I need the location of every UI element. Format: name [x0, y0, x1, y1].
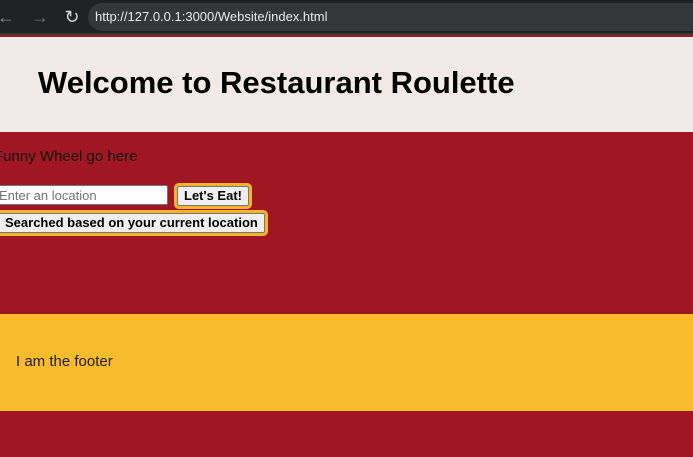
reload-icon[interactable]: ↻ — [60, 5, 84, 29]
site-footer: I am the footer — [0, 314, 693, 411]
main-section: Funny Wheel go here Let's Eat! Searched … — [0, 132, 693, 314]
address-bar[interactable]: http://127.0.0.1:3000/Website/index.html — [88, 3, 693, 31]
wheel-placeholder-text: Funny Wheel go here — [0, 148, 138, 165]
lets-eat-button[interactable]: Let's Eat! — [177, 186, 249, 206]
page-title: Welcome to Restaurant Roulette — [38, 65, 515, 100]
footer-text: I am the footer — [16, 353, 113, 370]
back-arrow-icon[interactable]: ← — [0, 5, 18, 29]
bottom-band — [0, 411, 693, 457]
forward-arrow-icon[interactable]: → — [28, 5, 52, 29]
current-location-button[interactable]: Searched based on your current location — [0, 213, 265, 233]
site-header: Welcome to Restaurant Roulette — [0, 37, 693, 132]
browser-toolbar: ← → ↻ http://127.0.0.1:3000/Website/inde… — [0, 0, 693, 35]
location-input[interactable] — [0, 185, 168, 205]
